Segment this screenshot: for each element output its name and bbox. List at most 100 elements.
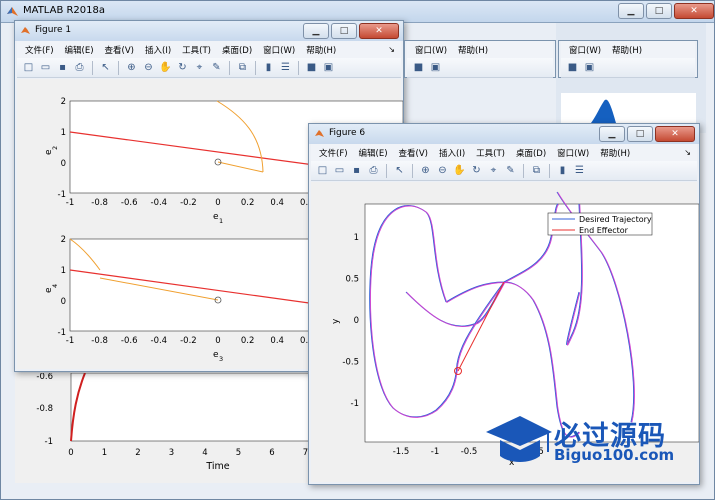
open-file-icon[interactable]: ▭	[38, 60, 53, 75]
link-plot-icon[interactable]: ⧉	[529, 163, 544, 178]
menu-file[interactable]: 文件(F)	[319, 147, 348, 159]
zoom-in-icon[interactable]: ⊕	[124, 60, 139, 75]
legend-icon[interactable]: ☰	[572, 163, 587, 178]
fig1-minimize-button[interactable]: ▁	[303, 23, 329, 39]
menu-view[interactable]: 查看(V)	[105, 44, 134, 56]
top-ytick: 1	[61, 128, 66, 138]
hidden-figure-strip-2[interactable]: 窗口(W) 帮助(H) ■ ▣	[558, 40, 698, 78]
edit-plot-icon[interactable]: ↖	[392, 163, 407, 178]
brush-icon[interactable]: ✎	[209, 60, 224, 75]
bg-xtick: 2	[135, 448, 140, 458]
matlab-logo-icon	[7, 7, 18, 16]
fig6-xtick: -1.5	[393, 447, 410, 457]
edit-plot-icon[interactable]: ↖	[98, 60, 113, 75]
menu-dock-arrow-icon[interactable]: ↘	[388, 45, 395, 54]
figure6-title: Figure 6	[329, 128, 366, 138]
hidden-figure-strip[interactable]: 窗口(W) 帮助(H) ■ ▣	[404, 40, 556, 78]
bottom-xtick: -0.2	[180, 336, 197, 346]
figure6-menubar: 文件(F) 编辑(E) 查看(V) 插入(I) 工具(T) 桌面(D) 窗口(W…	[311, 144, 697, 161]
background-time-plot: -0.6 -0.8 -1 012345678 Time	[36, 372, 341, 472]
show-plot-tools-icon[interactable]: ▣	[321, 60, 336, 75]
close-button[interactable]: ✕	[674, 3, 714, 19]
link-plot-icon[interactable]: ⧉	[235, 60, 250, 75]
menu-help-hidden-2[interactable]: 帮助(H)	[612, 44, 642, 56]
menu-tools[interactable]: 工具(T)	[182, 44, 211, 56]
top-xtick: -0.4	[151, 198, 168, 208]
hide-plot-tools-icon[interactable]: ■	[411, 60, 426, 75]
menu-window[interactable]: 窗口(W)	[263, 44, 295, 56]
zoom-out-icon[interactable]: ⊖	[141, 60, 156, 75]
menu-desktop[interactable]: 桌面(D)	[516, 147, 546, 159]
fig1-maximize-button[interactable]: □	[331, 23, 357, 39]
minimize-button[interactable]: ▁	[618, 3, 644, 19]
fig6-close-button[interactable]: ✕	[655, 126, 695, 142]
bottom-xtick: -0.8	[91, 336, 108, 346]
pan-icon[interactable]: ✋	[158, 60, 173, 75]
new-figure-icon[interactable]: □	[21, 60, 36, 75]
save-icon[interactable]: ▪	[349, 163, 364, 178]
figure6-titlebar[interactable]: Figure 6 ▁ □ ✕	[309, 124, 699, 144]
menu-view[interactable]: 查看(V)	[399, 147, 428, 159]
top-ytick: -1	[58, 190, 66, 200]
bg-xtick: 1	[102, 448, 107, 458]
hide-plot-tools-icon[interactable]: ■	[304, 60, 319, 75]
menu-window-hidden[interactable]: 窗口(W)	[415, 44, 447, 56]
pan-icon[interactable]: ✋	[452, 163, 467, 178]
bottom-xtick: -1	[66, 336, 74, 346]
watermark: 必过源码 Biguo100.com	[484, 410, 699, 470]
menu-edit[interactable]: 编辑(E)	[359, 147, 388, 159]
bottom-xtick: -0.6	[121, 336, 138, 346]
brush-icon[interactable]: ✎	[503, 163, 518, 178]
bottom-ylabel-sub: 4	[51, 284, 59, 288]
menu-file[interactable]: 文件(F)	[25, 44, 54, 56]
bg-ytick: -0.8	[36, 404, 53, 414]
rotate-icon[interactable]: ↻	[175, 60, 190, 75]
menu-help[interactable]: 帮助(H)	[600, 147, 630, 159]
figure1-titlebar[interactable]: Figure 1 ▁ □ ✕	[15, 21, 403, 41]
graduation-cap-logo-icon	[486, 416, 552, 462]
maximize-button[interactable]: □	[646, 3, 672, 19]
data-cursor-icon[interactable]: ⌖	[192, 60, 207, 75]
watermark-en: Biguo100.com	[554, 446, 675, 464]
save-icon[interactable]: ▪	[55, 60, 70, 75]
colorbar-icon[interactable]: ▮	[555, 163, 570, 178]
bottom-ytick: 2	[61, 235, 66, 245]
fig6-ytick: -1	[351, 399, 359, 409]
menu-help-hidden[interactable]: 帮助(H)	[458, 44, 488, 56]
bottom-ytick: 1	[61, 266, 66, 276]
legend-icon[interactable]: ☰	[278, 60, 293, 75]
bg-xtick: 3	[169, 448, 174, 458]
fig6-maximize-button[interactable]: □	[627, 126, 653, 142]
fig6-xtick: -1	[431, 447, 439, 457]
fig1-close-button[interactable]: ✕	[359, 23, 399, 39]
bg-xtick: 6	[269, 448, 274, 458]
zoom-in-icon[interactable]: ⊕	[418, 163, 433, 178]
show-plot-tools-icon[interactable]: ▣	[428, 60, 443, 75]
bg-xlabel: Time	[205, 461, 229, 472]
rotate-icon[interactable]: ↻	[469, 163, 484, 178]
menu-tools[interactable]: 工具(T)	[476, 147, 505, 159]
fig6-ytick: 1	[354, 233, 359, 243]
menu-window-hidden-2[interactable]: 窗口(W)	[569, 44, 601, 56]
top-ylabel-sub: 2	[51, 146, 59, 150]
menu-help[interactable]: 帮助(H)	[306, 44, 336, 56]
menu-insert[interactable]: 插入(I)	[439, 147, 465, 159]
print-icon[interactable]: ⎙	[72, 60, 87, 75]
hide-plot-tools-icon[interactable]: ■	[565, 60, 580, 75]
menu-window[interactable]: 窗口(W)	[557, 147, 589, 159]
open-file-icon[interactable]: ▭	[332, 163, 347, 178]
data-cursor-icon[interactable]: ⌖	[486, 163, 501, 178]
show-plot-tools-icon[interactable]: ▣	[582, 60, 597, 75]
menu-desktop[interactable]: 桌面(D)	[222, 44, 252, 56]
menu-edit[interactable]: 编辑(E)	[65, 44, 94, 56]
print-icon[interactable]: ⎙	[366, 163, 381, 178]
menu-insert[interactable]: 插入(I)	[145, 44, 171, 56]
zoom-out-icon[interactable]: ⊖	[435, 163, 450, 178]
menu-dock-arrow-icon[interactable]: ↘	[684, 148, 691, 157]
new-figure-icon[interactable]: □	[315, 163, 330, 178]
colorbar-icon[interactable]: ▮	[261, 60, 276, 75]
fig6-minimize-button[interactable]: ▁	[599, 126, 625, 142]
legend-desired-label: Desired Trajectory	[579, 215, 652, 224]
main-window-title: MATLAB R2018a	[23, 5, 106, 16]
bottom-xlabel-sub: 3	[219, 355, 223, 363]
